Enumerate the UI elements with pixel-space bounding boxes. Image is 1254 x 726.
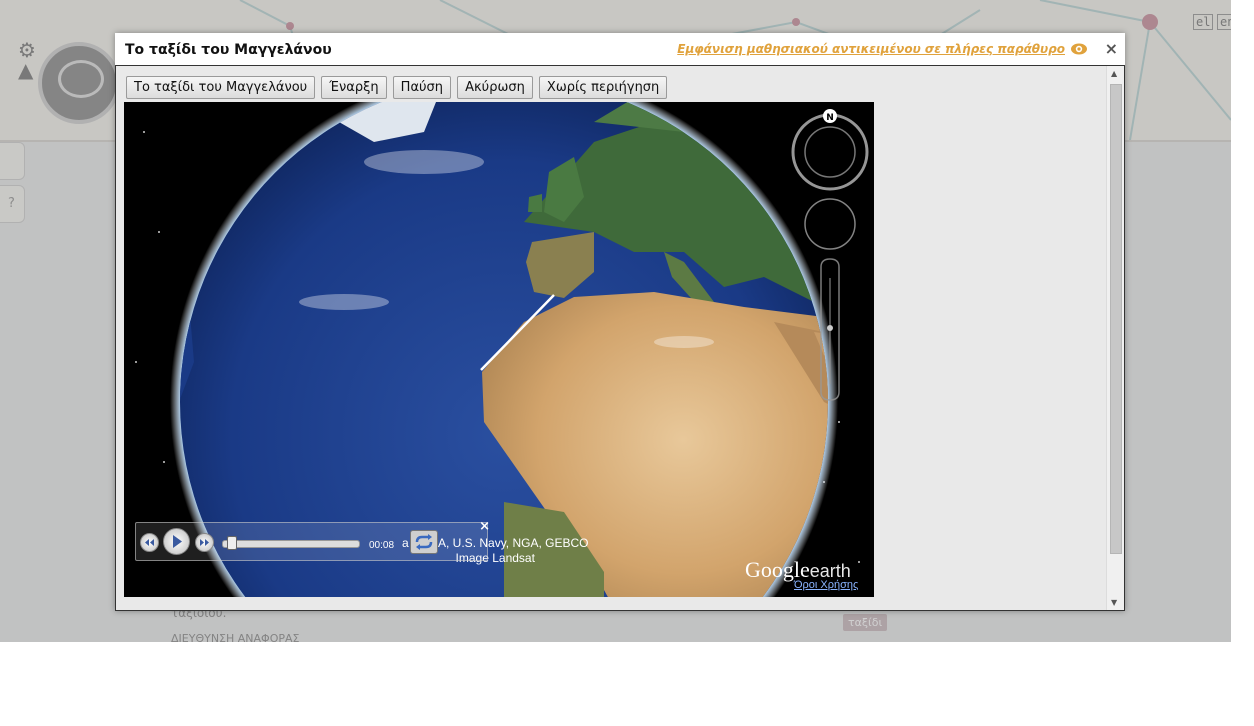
logo-earth-text: earth [809, 561, 851, 581]
fast-forward-icon [200, 539, 209, 546]
modal-body: Το ταξίδι του Μαγγελάνου Έναρξη Παύση Ακ… [115, 65, 1125, 611]
eye-icon[interactable] [1070, 42, 1088, 56]
tour-progress-thumb[interactable] [227, 536, 238, 550]
terms-link[interactable]: Όροι Χρήσης [794, 579, 858, 591]
fullscreen-link[interactable]: Εμφάνιση μαθησιακού αντικειμένου σε πλήρ… [677, 42, 1065, 56]
play-icon [173, 535, 182, 548]
scroll-up-arrow[interactable]: ▲ [1111, 69, 1117, 78]
compass-north-label: N [826, 113, 834, 123]
play-button[interactable] [163, 528, 190, 555]
tour-title-button[interactable]: Το ταξίδι του Μαγγελάνου [126, 76, 316, 99]
tour-toolbar: Το ταξίδι του Μαγγελάνου Έναρξη Παύση Ακ… [126, 76, 668, 99]
no-tour-button[interactable]: Χωρίς περιήγηση [538, 76, 668, 99]
media-close-icon[interactable]: × [479, 519, 490, 534]
repeat-button[interactable] [410, 530, 438, 554]
modal-scrollbar[interactable]: ▲ ▼ [1106, 66, 1124, 610]
modal-title: Το ταξίδι του Μαγγελάνου [125, 42, 332, 58]
learning-object-modal: Το ταξίδι του Μαγγελάνου Εμφάνιση μαθησι… [115, 33, 1125, 611]
close-icon[interactable]: × [1105, 39, 1118, 58]
tour-progress-track[interactable] [222, 540, 360, 548]
repeat-icon [415, 534, 433, 550]
tour-time: 00:08 [369, 540, 395, 551]
pause-button[interactable]: Παύση [392, 76, 452, 99]
rewind-button[interactable] [140, 533, 159, 552]
tour-media-bar: 00:08 × [135, 519, 490, 561]
cancel-button[interactable]: Ακύρωση [457, 76, 533, 99]
fast-forward-button[interactable] [195, 533, 214, 552]
scroll-down-arrow[interactable]: ▼ [1111, 598, 1117, 607]
scroll-thumb[interactable] [1110, 84, 1122, 554]
earth-viewer[interactable]: N a NOAA, U.S. Navy, NGA, GEBCO Image La… [124, 102, 874, 597]
rewind-icon [145, 539, 154, 546]
start-button[interactable]: Έναρξη [321, 76, 387, 99]
